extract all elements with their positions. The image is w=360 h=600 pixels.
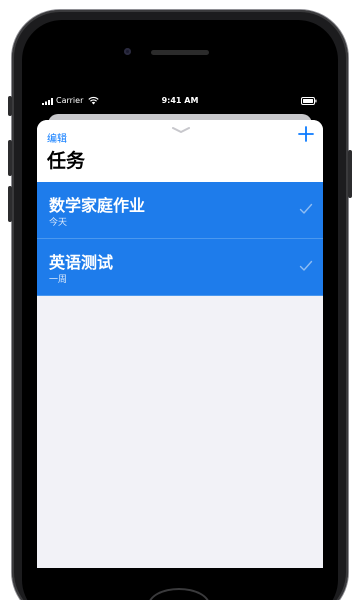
task-title: 英语测试 <box>49 253 114 272</box>
status-bar: Carrier 9:41 AM <box>37 92 323 110</box>
volume-up-button <box>8 140 12 176</box>
task-row[interactable]: 数学家庭作业 今天 <box>37 182 323 239</box>
chevron-down-icon[interactable] <box>171 126 191 134</box>
page-title: 任务 <box>47 150 86 172</box>
task-list: 数学家庭作业 今天 英语测试 一周 <box>37 182 323 296</box>
plus-icon[interactable] <box>297 125 315 143</box>
screenshot: Carrier 9:41 AM 编辑 任务 数学家庭作业 今天 英语测试 一周 <box>0 0 360 600</box>
battery-icon <box>301 97 317 105</box>
power-button <box>348 150 352 198</box>
tasks-sheet: 编辑 任务 数学家庭作业 今天 英语测试 一周 <box>37 120 323 568</box>
task-row[interactable]: 英语测试 一周 <box>37 239 323 296</box>
phone-screen: Carrier 9:41 AM 编辑 任务 数学家庭作业 今天 英语测试 一周 <box>37 92 323 568</box>
status-time: 9:41 AM <box>161 96 199 105</box>
edit-button[interactable]: 编辑 <box>47 130 67 145</box>
volume-down-button <box>8 186 12 222</box>
task-due: 一周 <box>49 275 68 285</box>
mute-switch <box>8 96 12 116</box>
task-title: 数学家庭作业 <box>49 196 146 215</box>
front-camera <box>124 48 131 55</box>
checkmark-icon[interactable] <box>299 203 313 215</box>
task-due: 今天 <box>49 218 68 228</box>
checkmark-icon[interactable] <box>299 260 313 272</box>
earpiece-speaker <box>151 50 209 55</box>
sheet-header: 编辑 任务 <box>37 120 323 182</box>
